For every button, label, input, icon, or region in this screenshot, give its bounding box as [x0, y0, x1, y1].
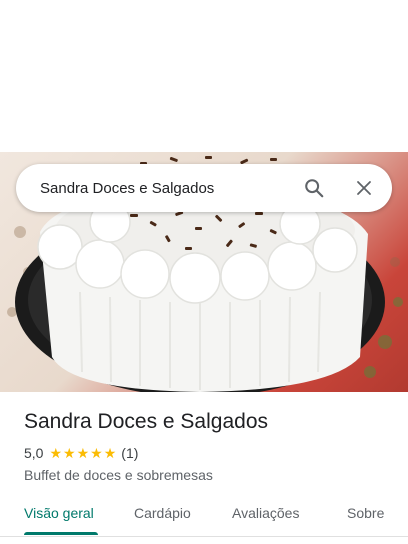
review-count[interactable]: (1): [121, 444, 138, 462]
clear-search-button[interactable]: [348, 172, 380, 204]
tab-about[interactable]: Sobre: [347, 505, 384, 521]
star-rating: ★ ★ ★ ★ ★: [49, 446, 117, 460]
tab-overview[interactable]: Visão geral: [24, 505, 94, 521]
search-icon: [305, 179, 324, 198]
star-icon: ★: [49, 445, 63, 461]
search-bar[interactable]: Sandra Doces e Salgados: [16, 164, 392, 212]
place-category[interactable]: Buffet de doces e sobremesas: [24, 466, 394, 484]
star-icon: ★: [63, 445, 76, 461]
place-tabs: Visão geral Cardápio Avaliações Sobre: [0, 496, 408, 537]
active-tab-indicator: [24, 532, 98, 535]
star-icon: ★: [76, 445, 90, 461]
search-button[interactable]: [298, 172, 330, 204]
tab-menu[interactable]: Cardápio: [134, 505, 191, 521]
tab-reviews[interactable]: Avaliações: [232, 505, 299, 521]
star-icon: ★: [90, 445, 103, 461]
place-info: Sandra Doces e Salgados 5,0 ★ ★ ★ ★ ★ (1…: [24, 408, 394, 484]
rating-value: 5,0: [24, 445, 44, 461]
close-icon: [357, 181, 371, 195]
search-input[interactable]: Sandra Doces e Salgados: [40, 180, 298, 197]
rating-row[interactable]: 5,0 ★ ★ ★ ★ ★ (1): [24, 444, 394, 462]
place-title: Sandra Doces e Salgados: [24, 410, 268, 433]
star-icon: ★: [103, 445, 117, 461]
